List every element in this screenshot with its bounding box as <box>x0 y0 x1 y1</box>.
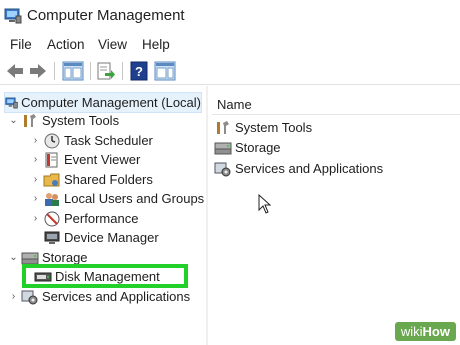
list-item-label: System Tools <box>235 120 313 135</box>
device-manager-icon <box>44 231 60 244</box>
expand-chevron-icon[interactable]: › <box>30 213 41 224</box>
collapse-chevron-icon[interactable]: ⌄ <box>8 115 19 126</box>
tree-node-system-tools[interactable]: ⌄ System Tools <box>8 111 119 130</box>
services-icon <box>21 290 38 304</box>
tree-label: System Tools <box>42 113 120 128</box>
shared-folder-icon <box>43 173 60 186</box>
toolbar-separator <box>90 62 91 80</box>
tree-label: Shared Folders <box>64 172 153 187</box>
header-divider <box>212 114 460 115</box>
tree-label: Device Manager <box>64 230 159 245</box>
expand-chevron-icon[interactable]: › <box>30 154 41 165</box>
toolbar-separator <box>54 62 55 80</box>
tree-node-local-users[interactable]: › Local Users and Groups <box>30 189 204 208</box>
expand-chevron-icon[interactable]: › <box>30 193 41 204</box>
help-icon[interactable]: ? <box>130 61 148 81</box>
tree-node-disk-management[interactable]: Disk Management <box>34 267 160 286</box>
menu-action[interactable]: Action <box>47 37 85 52</box>
menu-help[interactable]: Help <box>142 37 170 52</box>
system-tools-icon <box>24 113 36 127</box>
expand-chevron-icon[interactable]: › <box>30 135 41 146</box>
tree-node-shared-folders[interactable]: › Shared Folders <box>30 170 153 189</box>
tree-label: Disk Management <box>55 269 160 284</box>
tree-label: Event Viewer <box>64 152 141 167</box>
list-item-label: Storage <box>235 140 281 155</box>
show-hide-console-tree-icon[interactable] <box>62 61 84 81</box>
menu-file[interactable]: File <box>10 37 32 52</box>
list-item-system-tools[interactable]: System Tools <box>214 118 312 137</box>
tree-label: Local Users and Groups <box>64 191 205 206</box>
tree-node-event-viewer[interactable]: › Event Viewer <box>30 150 140 169</box>
system-tools-icon <box>217 120 229 134</box>
export-list-icon[interactable] <box>96 61 116 81</box>
users-icon <box>45 192 59 206</box>
tree-node-task-scheduler[interactable]: › Task Scheduler <box>30 131 153 150</box>
collapse-chevron-icon[interactable]: ⌄ <box>8 252 19 263</box>
title-bar: Computer Management <box>0 0 460 34</box>
list-item-services-apps[interactable]: Services and Applications <box>214 159 383 178</box>
forward-arrow-icon[interactable] <box>28 61 48 81</box>
tree-label: Storage <box>42 250 88 265</box>
tree-label: Performance <box>64 211 139 226</box>
list-item-label: Services and Applications <box>235 161 384 176</box>
expand-chevron-icon[interactable]: › <box>30 174 41 185</box>
tree-label: Computer Management (Local) <box>21 95 201 110</box>
menu-view[interactable]: View <box>98 37 127 52</box>
performance-icon <box>44 211 60 226</box>
show-action-pane-icon[interactable] <box>154 61 176 81</box>
tree-label: Services and Applications <box>42 289 191 304</box>
list-item-storage[interactable]: Storage <box>214 138 281 157</box>
window-title: Computer Management <box>27 7 185 24</box>
tree-node-services-apps[interactable]: › Services and Applications <box>8 287 190 306</box>
tree-node-root[interactable]: Computer Management (Local) <box>4 92 202 113</box>
disk-management-icon <box>34 272 52 281</box>
tree-node-device-manager[interactable]: Device Manager <box>43 228 159 247</box>
watermark-how: How <box>422 324 450 339</box>
menu-bar: File Action View Help <box>0 36 460 56</box>
wikihow-watermark: wikiHow <box>394 322 456 341</box>
event-viewer-icon <box>45 152 58 167</box>
toolbar: ? <box>0 58 460 85</box>
clock-icon <box>44 133 60 148</box>
svg-text:?: ? <box>135 64 143 79</box>
services-icon <box>214 162 231 176</box>
expand-chevron-icon[interactable]: › <box>8 291 19 302</box>
toolbar-separator <box>122 62 123 80</box>
tree-node-performance[interactable]: › Performance <box>30 209 138 228</box>
mouse-pointer-icon <box>258 194 272 214</box>
back-arrow-icon[interactable] <box>5 61 25 81</box>
watermark-wiki: wiki <box>400 324 423 339</box>
column-header-name[interactable]: Name <box>217 97 252 112</box>
computer-management-icon <box>4 8 22 24</box>
computer-management-icon <box>5 97 18 108</box>
tree-label: Task Scheduler <box>64 133 153 148</box>
storage-icon <box>214 142 232 154</box>
